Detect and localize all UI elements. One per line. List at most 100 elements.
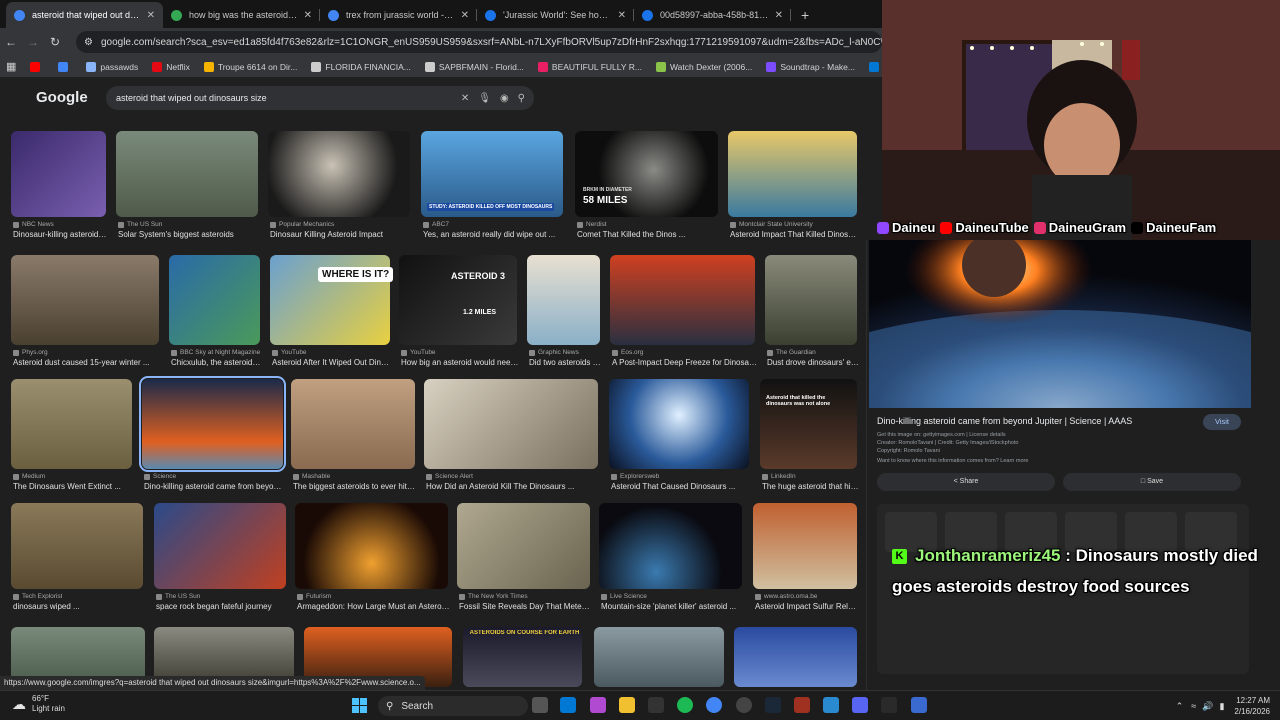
result-thumbnail[interactable] xyxy=(399,255,517,345)
tab-3[interactable]: 'Jurassic World': See how T. rex ✕ xyxy=(477,2,634,28)
bookmark-9[interactable]: Soundtrap - Make... xyxy=(766,61,855,72)
result-caption[interactable]: Dino-killing asteroid came from beyond .… xyxy=(144,482,285,491)
result-thumbnail[interactable] xyxy=(116,131,258,217)
image-result[interactable]: BBC Sky at Night Magazine Chicxulub, the … xyxy=(169,255,262,377)
image-result[interactable]: ABC7 Yes, an asteroid really did wipe out… xyxy=(421,131,563,249)
result-caption[interactable]: Asteroid dust caused 15-year winter ... xyxy=(13,358,161,367)
search-box[interactable]: asteroid that wiped out dinosaurs size ✕… xyxy=(106,86,534,110)
preview-title[interactable]: Dino-killing asteroid came from beyond J… xyxy=(877,416,1132,426)
reload-icon[interactable]: ↻ xyxy=(44,35,66,49)
spotify-icon[interactable] xyxy=(677,697,693,713)
result-caption[interactable]: The Dinosaurs Went Extinct ... xyxy=(13,482,134,491)
clock[interactable]: 12:27 AM 2/16/2026 xyxy=(1234,695,1270,717)
result-thumbnail[interactable] xyxy=(610,255,755,345)
result-thumbnail[interactable] xyxy=(291,379,415,469)
result-caption[interactable]: dinosaurs wiped ... xyxy=(13,602,145,611)
bookmark-6[interactable]: SAPBFMAIN - Florid... xyxy=(424,61,524,72)
result-thumbnail[interactable] xyxy=(424,379,598,469)
result-caption[interactable]: Mountain-size 'planet killer' asteroid .… xyxy=(601,602,744,611)
result-caption[interactable]: How Did an Asteroid Kill The Dinosaurs .… xyxy=(426,482,600,491)
image-result[interactable] xyxy=(734,627,857,690)
result-caption[interactable]: Dust drove dinosaurs' exti... xyxy=(767,358,859,367)
result-caption[interactable]: Asteroid After It Wiped Out Dinos... xyxy=(272,358,392,367)
result-thumbnail[interactable] xyxy=(169,255,260,345)
close-icon[interactable]: ✕ xyxy=(618,10,626,21)
image-result[interactable]: NBC News Dinosaur-killing asteroid sp... xyxy=(11,131,108,249)
bookmark-10[interactable]: Mail - · Outlook xyxy=(868,61,882,72)
result-thumbnail[interactable] xyxy=(268,131,410,217)
tab-1[interactable]: how big was the asteroid that k ✕ xyxy=(163,2,320,28)
image-result[interactable]: Popular Mechanics Dinosaur Killing Astero… xyxy=(268,131,410,249)
image-result[interactable]: YouTube How big an asteroid would need t.… xyxy=(399,255,519,377)
bookmark-3[interactable]: Netflix xyxy=(152,61,190,72)
image-result[interactable]: Tech Explorist dinosaurs wiped ... xyxy=(11,503,143,621)
result-thumbnail[interactable] xyxy=(457,503,590,589)
steam-icon[interactable] xyxy=(765,697,781,713)
image-result[interactable]: LinkedIn The huge asteroid that hit E... A… xyxy=(760,379,859,501)
address-bar[interactable]: ⚙ google.com/search?sca_esv=ed1a85fd4f76… xyxy=(76,31,882,53)
bookmark-7[interactable]: BEAUTIFUL FULLY R... xyxy=(537,61,642,72)
result-caption[interactable]: space rock began fateful journey xyxy=(156,602,288,611)
result-thumbnail[interactable] xyxy=(599,503,742,589)
app-icon[interactable] xyxy=(736,697,752,713)
bookmark-0[interactable] xyxy=(30,61,44,72)
image-result[interactable]: Science Dino-killing asteroid came from b… xyxy=(139,376,286,501)
close-icon[interactable]: ✕ xyxy=(304,10,312,21)
image-result[interactable]: Science Alert How Did an Asteroid Kill Th… xyxy=(424,379,598,501)
mic-icon[interactable]: 🎙 xyxy=(478,93,491,104)
windows-start-icon[interactable] xyxy=(352,698,367,713)
result-caption[interactable]: Dinosaur Killing Asteroid Impact xyxy=(270,230,412,239)
result-thumbnail[interactable] xyxy=(609,379,749,469)
image-result[interactable] xyxy=(594,627,724,690)
result-caption[interactable]: A Post-Impact Deep Freeze for Dinosaurs … xyxy=(612,358,757,367)
image-result[interactable]: ASTEROIDS ON COURSE FOR EARTH xyxy=(463,627,582,690)
result-thumbnail[interactable] xyxy=(11,503,143,589)
close-icon[interactable]: ✕ xyxy=(775,10,783,21)
result-thumbnail[interactable] xyxy=(594,627,724,687)
result-caption[interactable]: The huge asteroid that hit E... xyxy=(762,482,859,491)
image-result[interactable]: Mashable The biggest asteroids to ever hi… xyxy=(291,379,417,501)
bookmark-2[interactable]: passawds xyxy=(86,61,138,72)
image-result[interactable]: The New York Times Fossil Site Reveals Da… xyxy=(457,503,592,621)
bookmark-5[interactable]: FLORIDA FINANCIA... xyxy=(311,61,411,72)
epic-icon[interactable] xyxy=(881,697,897,713)
bookmark-4[interactable]: Troupe 6614 on Dir... xyxy=(203,61,297,72)
result-thumbnail[interactable] xyxy=(463,627,582,687)
result-caption[interactable]: Armageddon: How Large Must an Asteroid .… xyxy=(297,602,450,611)
tab-2[interactable]: trex from jurassic world - Goog ✕ xyxy=(320,2,477,28)
clear-icon[interactable]: ✕ xyxy=(461,93,469,104)
image-result[interactable]: Phys.org Asteroid dust caused 15-year win… xyxy=(11,255,159,377)
result-caption[interactable]: Dinosaur-killing asteroid sp... xyxy=(13,230,108,239)
result-thumbnail[interactable] xyxy=(765,255,857,345)
close-icon[interactable]: ✕ xyxy=(147,10,155,21)
google-logo[interactable]: Google xyxy=(36,89,88,106)
obs-icon[interactable] xyxy=(911,697,927,713)
image-result[interactable]: Live Science Mountain-size 'planet killer… xyxy=(599,503,742,621)
apps-icon[interactable]: ▦ xyxy=(6,60,16,73)
image-result[interactable]: www.astro.oma.be Asteroid Impact Sulfur R… xyxy=(753,503,859,621)
copilot-icon[interactable] xyxy=(590,697,606,713)
result-thumbnail[interactable] xyxy=(527,255,600,345)
search-icon[interactable]: ⚲ xyxy=(518,93,525,104)
epic-games-icon[interactable] xyxy=(648,697,664,713)
window-icon[interactable] xyxy=(823,697,839,713)
tab-0[interactable]: asteroid that wiped out dinosaurs ✕ xyxy=(6,2,163,28)
bookmark-8[interactable]: Watch Dexter (2006... xyxy=(655,61,752,72)
result-thumbnail[interactable] xyxy=(154,503,286,589)
result-caption[interactable]: Solar System's biggest asteroids xyxy=(118,230,260,239)
save-button[interactable]: □ Save xyxy=(1063,473,1241,491)
image-result[interactable]: Medium The Dinosaurs Went Extinct ... xyxy=(11,379,132,501)
game-icon[interactable] xyxy=(794,697,810,713)
lens-icon[interactable]: ◉ xyxy=(500,93,509,104)
new-tab-icon[interactable]: + xyxy=(791,7,819,28)
preview-image[interactable] xyxy=(869,240,1251,408)
preview-meta-learn[interactable]: Want to know where this information come… xyxy=(877,458,1028,464)
image-result[interactable]: Explorersweb Asteroid That Caused Dinosau… xyxy=(609,379,749,501)
result-thumbnail[interactable] xyxy=(11,255,159,345)
image-result[interactable]: Futurism Armageddon: How Large Must an As… xyxy=(295,503,450,621)
image-result[interactable]: Graphic News Did two asteroids ki... xyxy=(527,255,602,377)
result-caption[interactable]: Chicxulub, the asteroid th... xyxy=(171,358,262,367)
file-explorer-icon[interactable] xyxy=(619,697,635,713)
result-thumbnail[interactable] xyxy=(753,503,857,589)
site-info-icon[interactable]: ⚙ xyxy=(84,37,93,48)
